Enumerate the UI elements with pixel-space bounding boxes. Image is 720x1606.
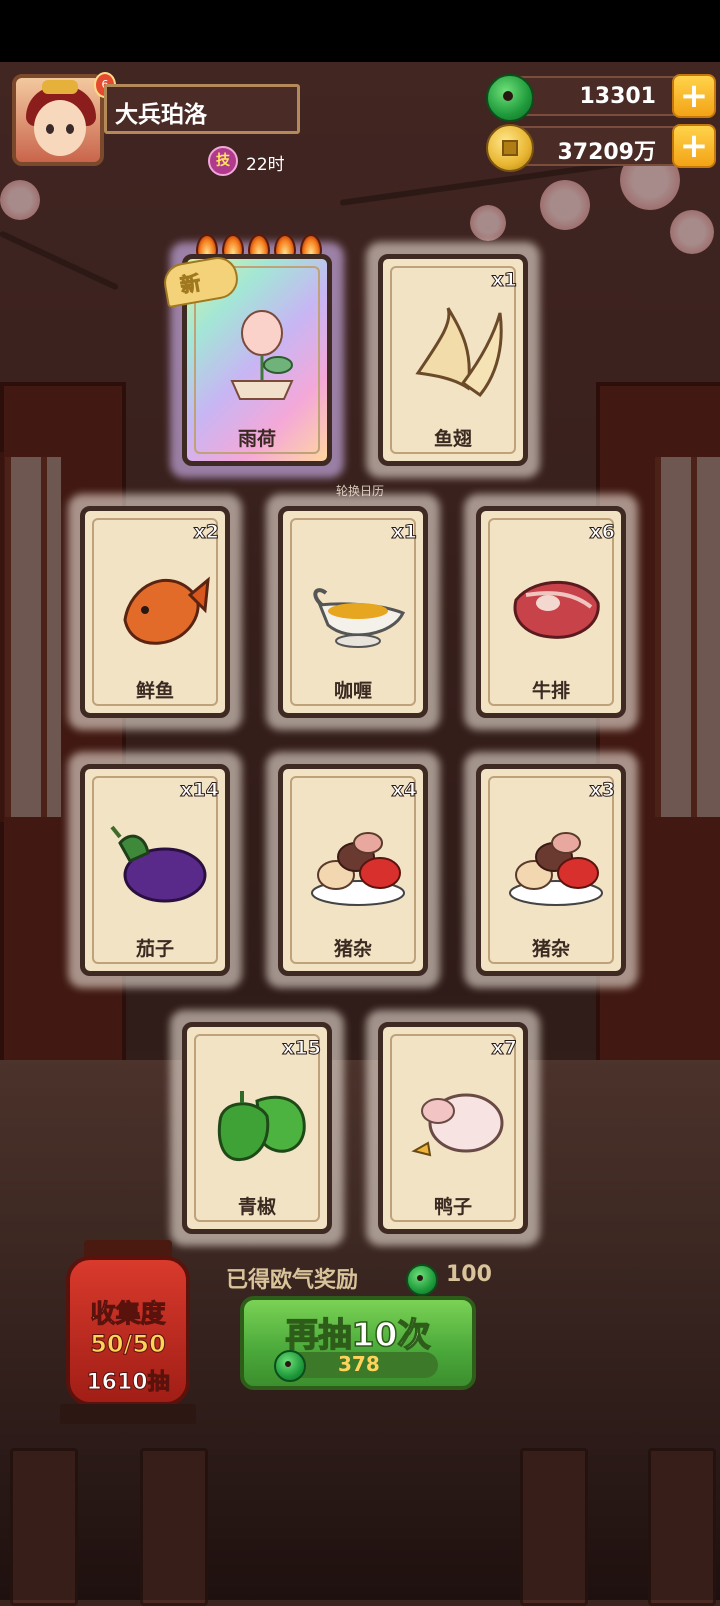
card-label: 猪杂	[531, 938, 570, 960]
duck-icon	[411, 1093, 504, 1157]
coin-currency-bar: 37209万 +	[486, 124, 716, 172]
draw-again-label: 再抽10次	[285, 1314, 431, 1355]
shark-fin-icon	[415, 307, 503, 398]
card-label: 青椒	[237, 1196, 276, 1218]
pork-offal-icon	[509, 832, 603, 906]
eggplant-icon	[110, 825, 207, 903]
add-coins-button[interactable]: +	[672, 124, 716, 168]
coin-amount: 37209万	[557, 140, 656, 165]
jade-icon	[486, 74, 534, 122]
card-count: x3	[589, 779, 616, 802]
avatar[interactable]	[12, 74, 104, 166]
card-count: x2	[193, 521, 220, 544]
card-steak[interactable]: x6 牛排	[464, 494, 638, 730]
player-name: 大兵珀洛	[115, 102, 207, 128]
card-pork-offal-1[interactable]: x4 猪杂	[266, 752, 440, 988]
card-label: 雨荷	[237, 428, 276, 450]
status-bar	[0, 0, 720, 62]
total-draws: 1610抽	[86, 1370, 170, 1396]
card-count: x15	[282, 1037, 322, 1060]
luck-reward-value: 100	[446, 1262, 492, 1287]
card-curry[interactable]: x1 咖喱	[266, 494, 440, 730]
card-label: 牛排	[531, 680, 570, 702]
fish-icon	[123, 576, 210, 645]
luck-reward-label: 已得欧气奖励	[226, 1268, 359, 1293]
steak-icon	[513, 580, 600, 639]
draw-again-button[interactable]: 再抽10次 378	[240, 1296, 476, 1390]
skill-icon[interactable]: 技	[208, 146, 238, 176]
card-label: 鲜鱼	[135, 680, 174, 702]
jade-amount: 13301	[579, 84, 656, 109]
card-count: x4	[391, 779, 418, 802]
card-duck[interactable]: x7 鸭子	[366, 1010, 540, 1246]
card-label: 鸭子	[433, 1196, 472, 1218]
pork-offal-icon	[311, 832, 405, 906]
card-label: 猪杂	[333, 938, 372, 960]
card-count: x14	[180, 779, 220, 802]
card-label: 鱼翅	[433, 428, 472, 450]
card-fish[interactable]: x2 鲜鱼	[68, 494, 242, 730]
player-name-bar: 大兵珀洛	[104, 84, 300, 134]
card-count: x6	[589, 521, 616, 544]
card-count: x7	[491, 1037, 518, 1060]
card-eggplant[interactable]: x14 茄子	[68, 752, 242, 988]
jade-currency-bar: 13301 +	[486, 74, 716, 122]
collection-title: 收集度	[90, 1299, 166, 1329]
curry-icon	[313, 588, 406, 648]
skill-timer: 22时	[246, 155, 285, 175]
card-count: x1	[491, 269, 518, 292]
add-jade-button[interactable]: +	[672, 74, 716, 118]
collection-progress: 50/50	[90, 1330, 167, 1359]
card-label: 咖喱	[333, 680, 372, 702]
lotus-icon	[230, 310, 294, 400]
coin-icon	[486, 124, 534, 172]
draw-cost: 378	[338, 1352, 380, 1376]
card-pork-offal-2[interactable]: x3 猪杂	[464, 752, 638, 988]
jade-icon	[274, 1350, 306, 1382]
card-lotus[interactable]: 雨荷 新	[160, 234, 344, 478]
lantern-stand	[60, 1404, 196, 1424]
card-green-pepper[interactable]: x15 青椒	[170, 1010, 344, 1246]
green-pepper-icon	[217, 1091, 306, 1162]
card-shark-fin[interactable]: x1 鱼翅	[366, 242, 540, 478]
collection-lantern[interactable]: 收集度 50/50 1610抽	[66, 1256, 190, 1406]
card-label: 茄子	[135, 938, 174, 960]
card-count: x1	[391, 521, 418, 544]
jade-icon	[406, 1264, 438, 1296]
